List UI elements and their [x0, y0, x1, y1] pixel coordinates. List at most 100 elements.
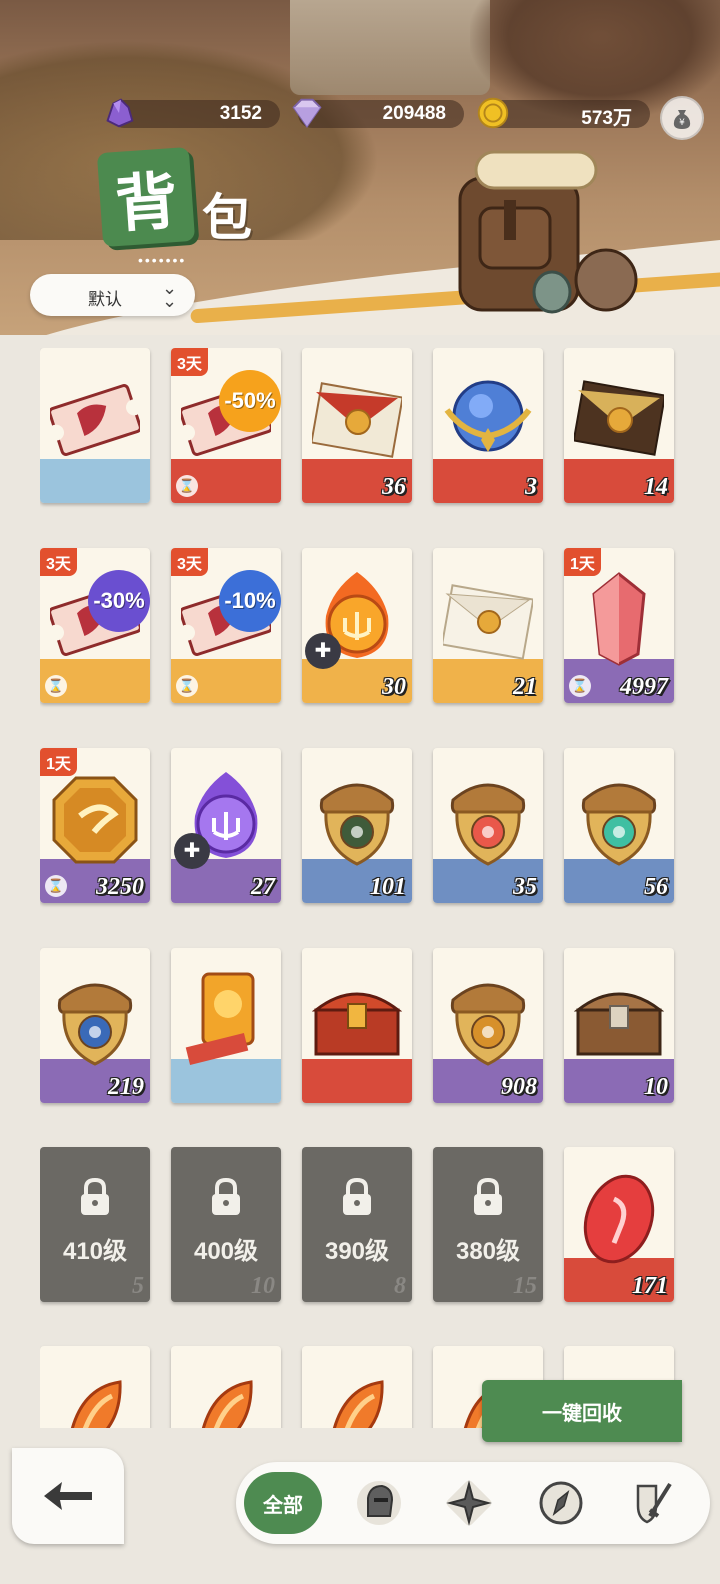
item-card[interactable]: 1天 ⌛ 3250 — [40, 748, 150, 903]
item-count: 27 — [251, 874, 275, 900]
title-rest: 包 — [202, 188, 252, 247]
lock-icon — [343, 1177, 371, 1215]
item-count: 36 — [382, 474, 406, 500]
item-card[interactable]: 56 — [564, 748, 674, 903]
item-count: 4997 — [620, 674, 668, 700]
lock-icon — [212, 1177, 240, 1215]
locked-item-card[interactable]: 400级 10 — [171, 1147, 281, 1302]
item-card[interactable] — [40, 1346, 150, 1428]
svg-text:¥: ¥ — [679, 118, 685, 128]
item-card[interactable]: ✚ 30 — [302, 548, 412, 703]
recycle-label: 一键回收 — [542, 1402, 622, 1425]
item-count: 3250 — [96, 874, 144, 900]
money-bag-icon: ¥ — [673, 110, 691, 129]
resource-value: 3152 — [219, 103, 262, 124]
unlock-level: 400级 — [193, 1238, 259, 1265]
badge-gold-icon — [50, 770, 140, 870]
item-grid: -50% 3天 ⌛ 36 3 14 -30% 3天 ⌛ -10% 3天 ⌛ ✚ 30 21 1天 ⌛ 4997 1天… — [40, 348, 680, 1428]
item-count: 8 — [394, 1273, 406, 1299]
purple-crystal-icon — [106, 98, 134, 128]
title-main: 背 — [112, 163, 180, 242]
item-card[interactable]: -10% 3天 ⌛ — [171, 548, 281, 703]
ticket-gold-icon — [181, 970, 271, 1070]
puzzle-piece-icon: ✚ — [305, 633, 341, 669]
item-count: 35 — [513, 874, 537, 900]
acorn-gold-icon — [443, 970, 533, 1070]
money-bag-button[interactable]: ¥ — [660, 96, 704, 140]
item-card[interactable]: 21 — [433, 548, 543, 703]
hourglass-icon: ⌛ — [45, 875, 67, 897]
unlock-level: 390级 — [324, 1238, 390, 1265]
expiry-tag: 3天 — [171, 348, 208, 376]
letter-red-icon — [310, 370, 404, 470]
fire-leaf-icon — [312, 1368, 402, 1428]
tab-all[interactable]: 全部 — [244, 1472, 322, 1534]
discount-badge: -30% — [88, 570, 150, 632]
item-card[interactable]: 1天 ⌛ 4997 — [564, 548, 674, 703]
item-card[interactable] — [40, 348, 150, 503]
item-count: 101 — [370, 874, 406, 900]
locked-item-card[interactable]: 390级 8 — [302, 1147, 412, 1302]
compass-icon[interactable] — [534, 1476, 588, 1530]
resource-value: 573万 — [581, 108, 632, 129]
resource-gold: 573万 — [477, 97, 650, 129]
item-card[interactable] — [171, 1346, 281, 1428]
expiry-tag: 1天 — [40, 748, 77, 776]
fire-leaf-icon — [181, 1368, 271, 1428]
item-card[interactable]: 35 — [433, 748, 543, 903]
item-card[interactable] — [302, 1346, 412, 1428]
sort-dropdown[interactable]: 默认 ⌄ ⌄ — [30, 274, 195, 316]
one-click-recycle-button[interactable]: 一键回收 — [482, 1380, 682, 1442]
acorn-blue-icon — [50, 970, 140, 1070]
compass-star-icon[interactable] — [442, 1476, 496, 1530]
hourglass-icon: ⌛ — [176, 475, 198, 497]
acorn-red-icon — [443, 770, 533, 870]
item-card[interactable] — [171, 948, 281, 1103]
item-card[interactable]: 908 — [433, 948, 543, 1103]
crystal-red-icon — [574, 570, 664, 670]
chest-brown-icon — [573, 970, 665, 1070]
item-card[interactable]: 171 — [564, 1147, 674, 1302]
chevron-double-down-icon: ⌄ ⌄ — [162, 278, 178, 311]
item-card[interactable]: 14 — [564, 348, 674, 503]
knight-helmet-icon[interactable] — [352, 1476, 406, 1530]
unlock-level: 380级 — [455, 1238, 521, 1265]
item-card[interactable]: 36 — [302, 348, 412, 503]
item-count: 908 — [501, 1074, 537, 1100]
arrow-left-icon — [44, 1482, 92, 1510]
backpack-illustration — [458, 150, 638, 314]
expiry-tag: 3天 — [171, 548, 208, 576]
background-house — [290, 0, 490, 95]
item-count: 3 — [525, 474, 537, 500]
item-count: 171 — [632, 1273, 668, 1299]
item-card[interactable]: 3 — [433, 348, 543, 503]
acorn-teal-icon — [574, 770, 664, 870]
hourglass-icon: ⌛ — [569, 675, 591, 697]
item-count: 15 — [513, 1273, 537, 1299]
item-count: 21 — [513, 674, 537, 700]
item-card[interactable]: 219 — [40, 948, 150, 1103]
item-card[interactable]: ✚ 27 — [171, 748, 281, 903]
item-card[interactable]: 10 — [564, 948, 674, 1103]
sort-label: 默认 — [88, 290, 122, 309]
item-count: 14 — [644, 474, 668, 500]
locked-item-card[interactable]: 410级 5 — [40, 1147, 150, 1302]
gem-red-icon — [574, 1169, 664, 1269]
item-card[interactable]: 101 — [302, 748, 412, 903]
sword-shield-icon[interactable] — [626, 1476, 680, 1530]
lock-icon — [474, 1177, 502, 1215]
item-card[interactable]: -30% 3天 ⌛ — [40, 548, 150, 703]
item-card[interactable]: -50% 3天 ⌛ — [171, 348, 281, 503]
item-count: 56 — [644, 874, 668, 900]
letter-dark-icon — [572, 370, 667, 470]
expiry-tag: 1天 — [564, 548, 601, 576]
back-button[interactable] — [12, 1448, 124, 1544]
item-card[interactable] — [302, 948, 412, 1103]
expiry-tag: 3天 — [40, 548, 77, 576]
locked-item-card[interactable]: 380级 15 — [433, 1147, 543, 1302]
chest-red-icon — [311, 970, 403, 1070]
tab-all-label: 全部 — [263, 1494, 303, 1517]
hourglass-icon: ⌛ — [176, 675, 198, 697]
resource-purple-crystal: 3152 — [106, 98, 280, 128]
item-count: 30 — [382, 674, 406, 700]
